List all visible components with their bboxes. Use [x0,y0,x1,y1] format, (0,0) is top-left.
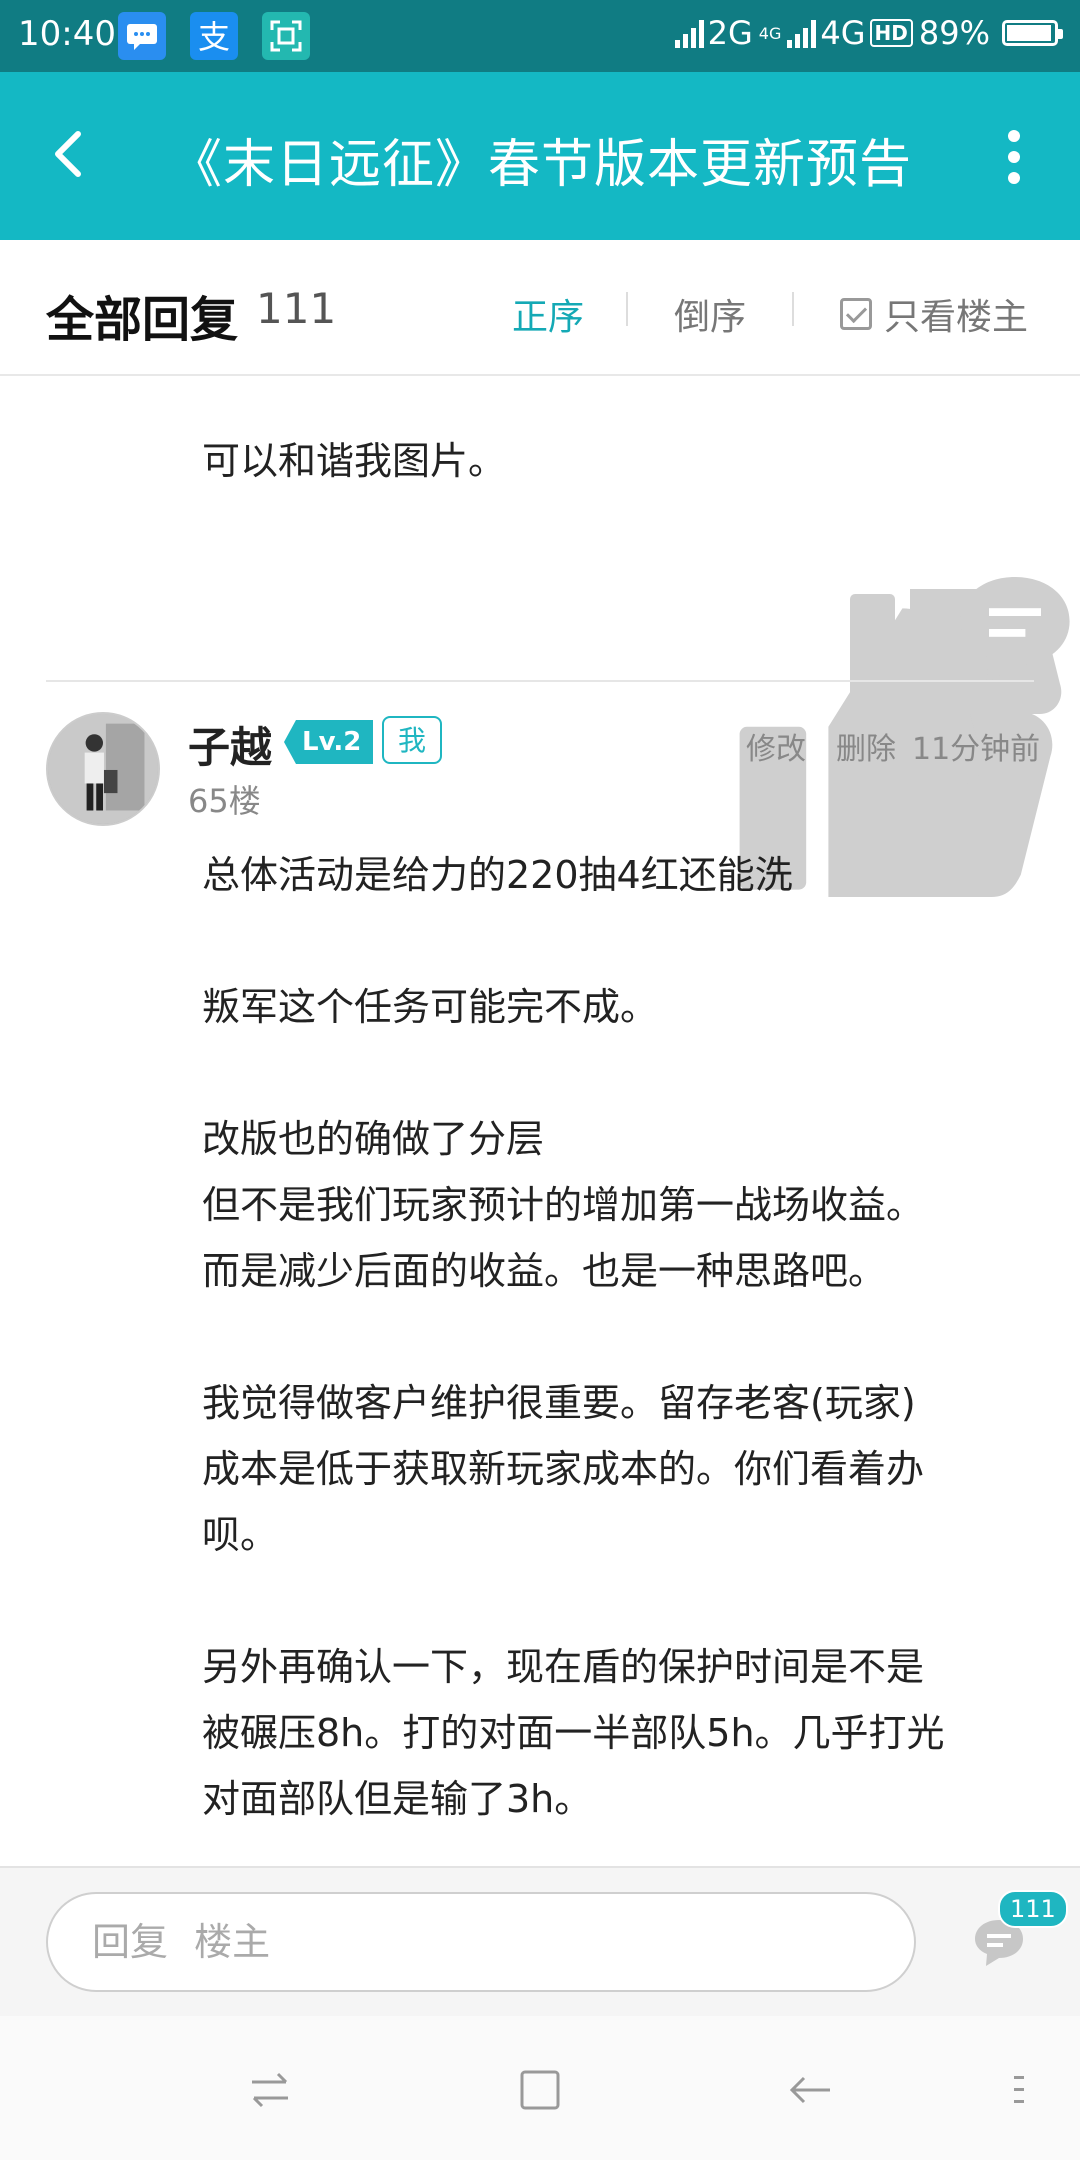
replies-list[interactable]: 可以和谐我图片。 子越 Lv.2 我 修改 删除 11分钟前 65楼 总体活动是… [0,376,1080,1866]
network-type-1: 2G [707,14,753,52]
owner-only-label: 只看楼主 [884,297,1029,338]
checkbox-icon[interactable] [840,298,872,330]
signal-icon [674,18,704,48]
alipay-icon: 支 [190,12,238,60]
network-small: 4G [758,23,782,43]
user-avatar[interactable] [46,712,160,826]
post-divider [46,680,1034,682]
divider [626,292,628,326]
battery-percent: 89% [918,14,990,52]
system-nav-bar [0,2016,1080,2160]
reply-bar: 回复 楼主 111 [0,1866,1080,2016]
divider [792,292,794,326]
floor-number: 65楼 [188,782,261,820]
reply-input[interactable]: 回复 楼主 [46,1892,916,1992]
username[interactable]: 子越 [188,714,272,775]
page-title: 《末日远征》春节版本更新预告 [170,135,913,195]
post-paragraph: 总体活动是给力的220抽4红还能洗 [202,853,793,897]
svg-text:支: 支 [198,18,230,56]
back-icon[interactable] [786,2066,834,2114]
post-paragraph: 呗。 [202,1513,279,1557]
app-header: 《末日远征》春节版本更新预告 [0,72,1080,240]
comment-icon[interactable] [950,564,1080,694]
message-icon [118,12,166,60]
menu-icon[interactable] [1008,2066,1032,2114]
signal-icon [787,18,817,48]
post-paragraph: 我觉得做客户维护很重要。留存老客(玩家) [202,1381,916,1425]
more-menu-icon[interactable] [1008,130,1020,184]
switch-icon[interactable] [246,2066,294,2114]
post-paragraph: 改版也的确做了分层 [202,1117,545,1161]
edit-button[interactable]: 修改 [746,724,806,768]
previous-post-text: 可以和谐我图片。 [202,439,507,483]
network-type-2: 4G [820,14,866,52]
post-paragraph: 叛军这个任务可能完不成。 [202,985,659,1029]
post-paragraph: 被碾压8h。打的对面一半部队5h。几乎打光 [202,1711,945,1755]
post-paragraph: 而是减少后面的收益。也是一种思路吧。 [202,1249,887,1293]
post-timestamp: 11分钟前 [912,732,1041,767]
status-bar: 10:40 支 2G 4G 4G HD 89% [0,0,1080,72]
me-badge: 我 [382,716,442,764]
battery-icon [1002,20,1063,46]
all-replies-label: 全部回复 [46,292,239,348]
post-paragraph: 但不是我们玩家预计的增加第一战场收益。 [202,1183,925,1227]
post-paragraph: 对面部队但是输了3h。 [202,1777,593,1821]
hd-icon: HD [869,19,913,47]
sort-bar: 全部回复 111 正序 倒序 只看楼主 [0,240,1080,376]
status-indicators: 2G 4G 4G HD 89% [674,14,1063,52]
post-paragraph: 另外再确认一下，现在盾的保护时间是不是 [202,1645,925,1689]
comment-count-badge: 111 [998,1890,1068,1928]
post-paragraph: 成本是低于获取新玩家成本的。你们看着办 [202,1447,925,1491]
reply-count: 111 [256,284,337,333]
home-icon[interactable] [516,2066,564,2114]
status-time: 10:40 [18,14,116,54]
sort-ascending-tab[interactable]: 正序 [512,288,584,340]
level-badge: Lv.2 [284,720,374,764]
delete-button[interactable]: 删除 [836,724,896,768]
sort-descending-tab[interactable]: 倒序 [674,288,746,340]
scan-icon [262,12,310,60]
owner-only-toggle[interactable]: 只看楼主 [840,288,1028,340]
post-body: 总体活动是给力的220抽4红还能洗 叛军这个任务可能完不成。 改版也的确做了分层… [202,842,1022,1832]
back-arrow-icon[interactable] [40,124,100,184]
